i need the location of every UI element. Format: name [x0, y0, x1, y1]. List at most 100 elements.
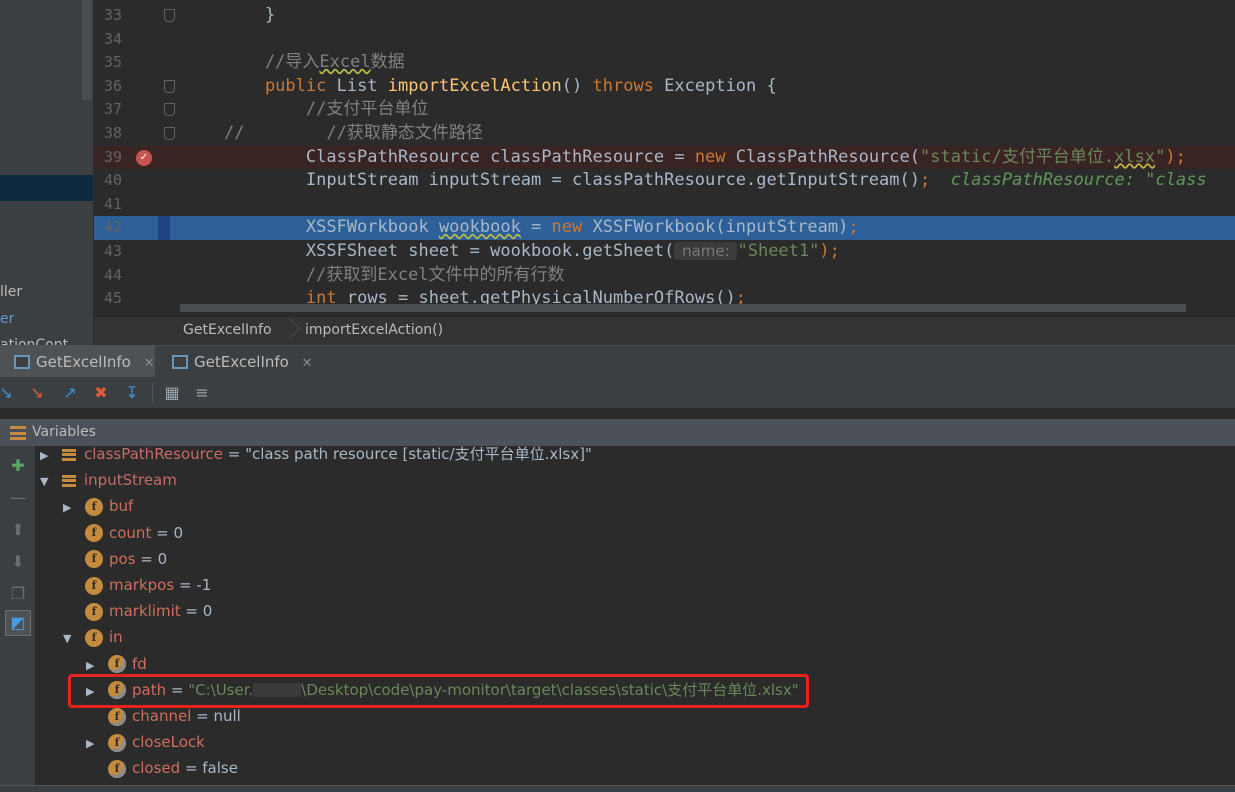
expand-arrow-icon[interactable]: ▶ [86, 731, 100, 757]
tree-item-label[interactable]: er [0, 311, 14, 327]
expand-arrow-icon[interactable]: ▶ [63, 495, 77, 521]
code-line[interactable]: 37 //支付平台单位 [94, 98, 1235, 122]
tree-item-label[interactable]: ationCont [0, 337, 68, 345]
evaluate-icon[interactable]: ▦ [162, 383, 182, 403]
editor-horizontal-scrollbar[interactable] [180, 304, 1186, 312]
line-number: 42 [103, 218, 122, 237]
step-into-icon[interactable]: ↘ [27, 383, 47, 403]
variable-name: closed [132, 759, 181, 778]
variable-row[interactable]: ▼ inputStream [40, 467, 177, 493]
close-icon[interactable]: ✕ [302, 356, 313, 371]
code-text: XSSFWorkbook wookbook = new XSSFWorkbook… [224, 216, 859, 240]
tree-item-label[interactable]: ller [0, 284, 22, 300]
code-line[interactable]: 38 // //获取静态文件路径 [94, 122, 1235, 146]
tree-selected-row[interactable] [0, 175, 93, 201]
variable-row[interactable]: f markpos = -1 [63, 572, 211, 598]
step-over-icon[interactable]: ↘ [0, 383, 16, 403]
code-text: InputStream inputStream = classPathResou… [224, 169, 1207, 193]
tree-scrollbar[interactable] [82, 0, 92, 100]
variable-value: -1 [196, 576, 212, 594]
line-number: 35 [103, 53, 122, 72]
line-number: 43 [103, 242, 122, 260]
tab-debug-session-2[interactable]: GetExcelInfo ✕ [158, 346, 318, 378]
breakpoint-icon[interactable]: ✓ [136, 149, 152, 166]
execution-point-marker [158, 216, 170, 240]
code-token: Excel [377, 264, 429, 285]
line-number: 38 [103, 124, 122, 142]
variable-row[interactable]: ▼ f in [63, 624, 123, 650]
variable-row[interactable]: f marklimit = 0 [63, 598, 212, 624]
code-line[interactable]: 42 XSSFWorkbook wookbook = new XSSFWorkb… [94, 216, 1235, 240]
expand-arrow-icon[interactable]: ▶ [40, 446, 54, 469]
code-line[interactable]: 36 public List importExcelAction() throw… [94, 75, 1235, 99]
code-line[interactable]: 40 InputStream inputStream = classPathRe… [94, 169, 1235, 193]
trace-icon[interactable]: ≡ [192, 383, 212, 403]
tab-debug-session-1[interactable]: GetExcelInfo ✕ [0, 346, 155, 378]
variable-separator: = [174, 576, 197, 594]
variable-row[interactable]: f closed = false [86, 755, 238, 781]
variables-side-toolbar: ✚ — ⬆ ⬇ ❐ ◩ [0, 446, 36, 786]
code-token: //导入 [224, 52, 320, 73]
variables-tree[interactable]: ▶ classPathResource = "class path resourc… [36, 446, 1235, 786]
show-watches-icon[interactable]: ◩ [5, 610, 31, 636]
breadcrumb-method[interactable]: importExcelAction() [305, 322, 443, 338]
breadcrumb-class[interactable]: GetExcelInfo [183, 322, 272, 338]
variable-row[interactable]: ▶ f buf [63, 493, 133, 519]
code-token: //获取到 [224, 264, 378, 285]
line-number: 33 [103, 6, 122, 24]
code-line[interactable]: 44 //获取到Excel文件中的所有行数 [94, 264, 1235, 288]
code-token: xlsx [1114, 146, 1156, 167]
code-token: XSSFSheet sheet = wookbook.getSheet( [224, 241, 675, 261]
move-down-icon[interactable]: ⬇ [8, 552, 28, 572]
fold-icon[interactable] [164, 9, 175, 22]
drop-frame-icon[interactable]: ✖ [91, 383, 111, 403]
variable-name: markpos [109, 576, 175, 594]
variable-row[interactable]: f pos = 0 [63, 546, 167, 572]
fold-icon[interactable] [164, 79, 175, 93]
code-token: new [694, 146, 736, 167]
variable-row[interactable]: ▶ classPathResource = "class path resourc… [40, 446, 592, 467]
code-line[interactable]: 43 XSSFSheet sheet = wookbook.getSheet( … [94, 240, 1235, 264]
code-line[interactable]: 41 [94, 193, 1235, 217]
copy-icon[interactable]: ❐ [8, 584, 28, 604]
variable-value: false [202, 759, 238, 778]
run-to-cursor-icon[interactable]: ↧ [122, 383, 142, 403]
collapse-arrow-icon[interactable]: ▼ [40, 469, 54, 495]
code-line[interactable]: 35 //导入Excel数据 [94, 51, 1235, 75]
run-config-icon [172, 355, 188, 369]
variable-row[interactable]: ▶ f fd [86, 651, 147, 677]
code-line[interactable]: 34 [94, 28, 1235, 52]
code-token: InputStream inputStream = classPathResou… [224, 170, 920, 191]
code-line[interactable]: 33 } [94, 4, 1235, 28]
variable-row[interactable]: ▶ f closeLock [86, 729, 205, 755]
code-line[interactable]: 39 ✓ ClassPathResource classPathResource … [94, 145, 1235, 170]
add-watch-icon[interactable]: ✚ [8, 456, 28, 476]
code-token: ClassPathResource classPathResource = [224, 146, 695, 167]
code-token: 数据 [370, 52, 405, 73]
code-token: classPathResource: "class [950, 170, 1207, 191]
run-config-icon [14, 355, 30, 369]
variable-name: inputStream [84, 471, 177, 490]
code-text: } [224, 4, 275, 28]
variable-separator: = [135, 549, 158, 568]
move-up-icon[interactable]: ⬆ [8, 520, 28, 540]
code-editor[interactable]: 33 } 34 35 //导入Excel数据 36 public List impor… [94, 0, 1235, 317]
code-token: " [1155, 146, 1166, 167]
fold-icon[interactable] [164, 127, 175, 140]
step-out-icon[interactable]: ↗ [60, 383, 80, 403]
field-icon: f [108, 707, 126, 726]
variable-separator: = [180, 602, 203, 621]
variable-value: 0 [173, 523, 183, 542]
code-token: importExcelAction [387, 75, 562, 96]
fold-icon[interactable] [164, 103, 175, 117]
collapse-arrow-icon[interactable]: ▼ [63, 626, 77, 652]
variable-name: buf [109, 497, 134, 516]
close-icon[interactable]: ✕ [144, 356, 155, 371]
project-tree: ller er ationCont [0, 0, 94, 345]
code-token: XSSFWorkbook(inputStream) [592, 217, 849, 238]
code-token: throws [592, 75, 665, 96]
code-token: XSSFWorkbook [224, 217, 439, 238]
remove-watch-icon[interactable]: — [8, 488, 28, 508]
code-token: //支付平台单位 [224, 99, 429, 120]
variable-row[interactable]: f count = 0 [63, 520, 183, 546]
